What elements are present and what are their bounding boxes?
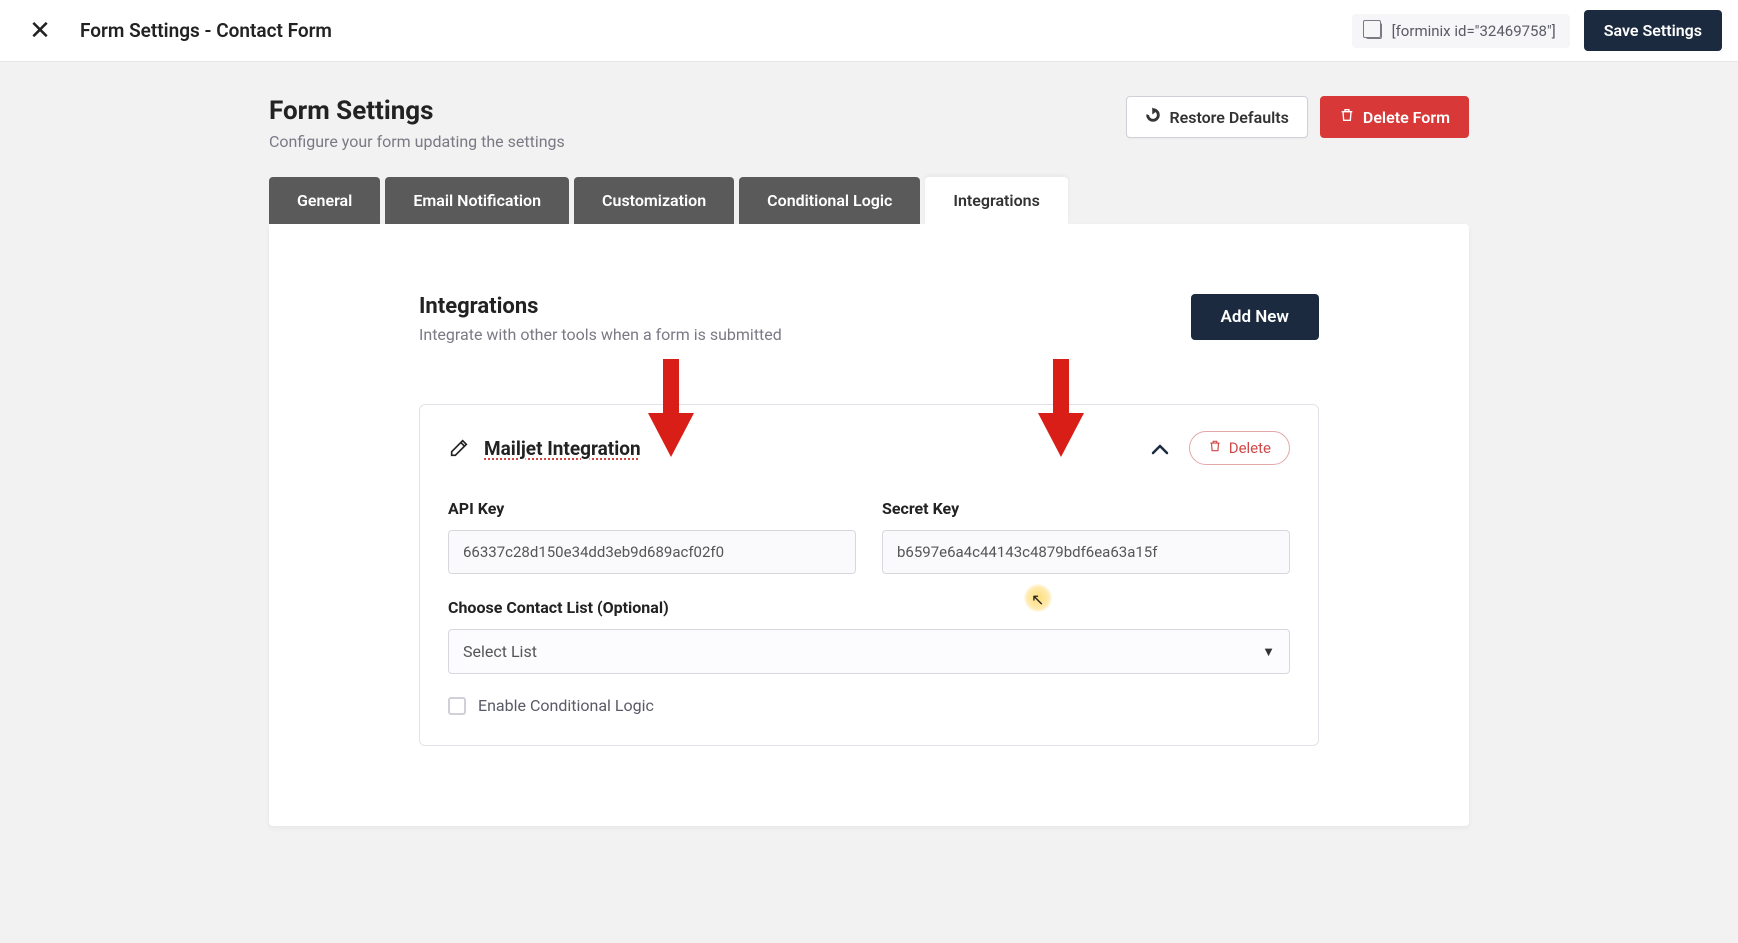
close-icon[interactable]: ✕ — [20, 16, 60, 46]
api-key-col: API Key — [448, 499, 856, 574]
tab-integrations[interactable]: Integrations — [925, 177, 1067, 224]
panel-header: Integrations Integrate with other tools … — [419, 294, 1319, 344]
page-header-actions: Restore Defaults Delete Form — [1126, 96, 1469, 138]
topbar-right: [forminix id="32469758"] Save Settings — [1352, 10, 1722, 51]
integration-card: Mailjet Integration Delete API Key — [419, 404, 1319, 746]
conditional-logic-checkbox[interactable] — [448, 697, 466, 715]
keys-row: API Key Secret Key — [448, 499, 1290, 574]
edit-icon[interactable] — [448, 437, 470, 459]
conditional-logic-row: Enable Conditional Logic — [448, 696, 1290, 715]
conditional-logic-label: Enable Conditional Logic — [478, 696, 654, 715]
api-key-label: API Key — [448, 499, 856, 518]
save-settings-button[interactable]: Save Settings — [1584, 10, 1722, 51]
card-header: Mailjet Integration Delete — [448, 431, 1290, 465]
card-header-right: Delete — [1151, 431, 1290, 465]
tabs: General Email Notification Customization… — [269, 177, 1469, 224]
integrations-panel: Integrations Integrate with other tools … — [269, 224, 1469, 826]
topbar: ✕ Form Settings - Contact Form [forminix… — [0, 0, 1738, 62]
restore-defaults-button[interactable]: Restore Defaults — [1126, 96, 1307, 138]
chevron-up-icon[interactable] — [1151, 436, 1169, 460]
shortcode-text: [forminix id="32469758"] — [1392, 22, 1556, 40]
restore-icon — [1145, 107, 1161, 127]
copy-icon — [1366, 23, 1382, 39]
delete-form-button[interactable]: Delete Form — [1320, 96, 1469, 138]
shortcode-box[interactable]: [forminix id="32469758"] — [1352, 14, 1570, 48]
page-title: Form Settings — [269, 96, 565, 126]
trash-icon — [1339, 107, 1355, 127]
page-header: Form Settings Configure your form updati… — [269, 96, 1469, 151]
tab-conditional-logic[interactable]: Conditional Logic — [739, 177, 920, 224]
restore-defaults-label: Restore Defaults — [1169, 108, 1288, 127]
topbar-title: Form Settings - Contact Form — [80, 19, 332, 42]
contact-list-selected: Select List — [463, 642, 537, 661]
page-subtitle: Configure your form updating the setting… — [269, 132, 565, 151]
add-new-button[interactable]: Add New — [1191, 294, 1319, 340]
integration-title[interactable]: Mailjet Integration — [484, 437, 641, 460]
delete-integration-button[interactable]: Delete — [1189, 431, 1290, 465]
chevron-down-icon: ▼ — [1262, 644, 1275, 660]
panel-title: Integrations — [419, 294, 782, 319]
contact-list-label: Choose Contact List (Optional) — [448, 598, 1290, 617]
contact-list-section: Choose Contact List (Optional) Select Li… — [448, 598, 1290, 674]
page: Form Settings Configure your form updati… — [269, 96, 1469, 826]
contact-list-select[interactable]: Select List ▼ — [448, 629, 1290, 674]
trash-icon — [1208, 439, 1222, 457]
secret-key-input[interactable] — [882, 530, 1290, 574]
tab-email-notification[interactable]: Email Notification — [385, 177, 569, 224]
secret-key-label: Secret Key — [882, 499, 1290, 518]
panel-subtitle: Integrate with other tools when a form i… — [419, 325, 782, 344]
tab-customization[interactable]: Customization — [574, 177, 734, 224]
secret-key-col: Secret Key — [882, 499, 1290, 574]
delete-form-label: Delete Form — [1363, 108, 1450, 127]
panel-header-text: Integrations Integrate with other tools … — [419, 294, 782, 344]
api-key-input[interactable] — [448, 530, 856, 574]
page-header-text: Form Settings Configure your form updati… — [269, 96, 565, 151]
delete-integration-label: Delete — [1229, 439, 1271, 457]
tab-general[interactable]: General — [269, 177, 380, 224]
